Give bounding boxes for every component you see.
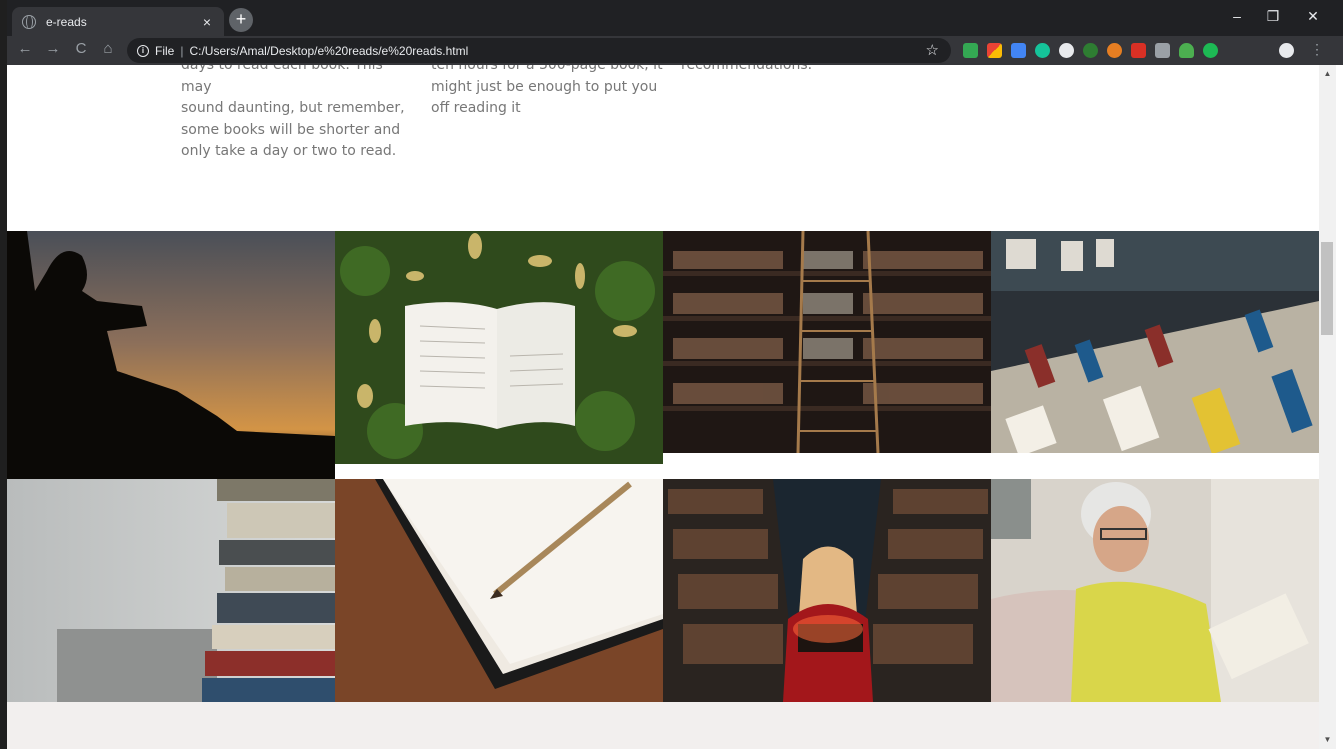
pinterest-icon[interactable] <box>1203 43 1218 58</box>
restore-button[interactable]: ❐ <box>1263 8 1283 25</box>
info-icon[interactable]: i <box>137 44 149 57</box>
bookstore-stacks-photo <box>991 231 1319 453</box>
grammarly-icon[interactable] <box>1035 43 1050 58</box>
girl-reading-library-photo <box>663 479 991 702</box>
address-bar[interactable]: i File | C:/Users/Amal/Desktop/e%20reads… <box>127 38 951 63</box>
window-frame-left <box>0 0 7 749</box>
green-circle-icon[interactable] <box>1083 43 1098 58</box>
address-separator: | <box>180 43 184 58</box>
footer-band <box>7 702 1319 749</box>
red-doc-icon[interactable] <box>1131 43 1146 58</box>
text-column-3: recommendations. <box>681 65 913 77</box>
photos-icon[interactable] <box>987 43 1002 58</box>
screenshot-icon[interactable] <box>1155 43 1170 58</box>
window-frame-right <box>1336 65 1343 749</box>
page-viewport: days to read each book. This may sound d… <box>7 65 1319 749</box>
browser-toolbar: ← → C ⌂ i File | C:/Users/Amal/Desktop/e… <box>0 36 1343 65</box>
forward-button[interactable]: → <box>44 40 62 57</box>
text-line: sound daunting, but remember, <box>181 100 405 116</box>
bookmark-star-icon[interactable]: ☆ <box>926 41 939 59</box>
text-line: recommendations. <box>681 65 813 73</box>
text-line: off reading it <box>431 100 521 116</box>
minimize-button[interactable]: – <box>1227 8 1247 24</box>
globe-icon <box>22 14 36 29</box>
text-line: days to read each book. This may <box>181 65 383 95</box>
scroll-up-icon[interactable]: ▲ <box>1319 69 1336 78</box>
tab-close-button[interactable]: × <box>200 14 214 30</box>
text-line: might just be enough to put you <box>431 78 658 95</box>
back-button[interactable]: ← <box>16 40 34 57</box>
reload-button[interactable]: C <box>72 40 90 57</box>
plant-icon[interactable] <box>1179 43 1194 58</box>
scheme-chip[interactable]: File <box>155 44 174 58</box>
library-ladder-photo <box>663 231 991 453</box>
text-column-1: days to read each book. This may sound d… <box>181 65 413 163</box>
text-line: only take a day or two to read. <box>181 143 397 159</box>
scroll-thumb[interactable] <box>1321 242 1333 335</box>
notebook-pencil-photo <box>335 479 663 702</box>
text-line: some books will be shorter and <box>181 121 401 138</box>
profile-icon[interactable] <box>1279 43 1294 58</box>
vertical-scrollbar[interactable]: ▲ ▼ <box>1319 65 1336 749</box>
new-tab-button[interactable]: + <box>229 8 253 32</box>
browser-menu-icon[interactable]: ⋮ <box>1310 41 1324 58</box>
basketball-icon[interactable] <box>1107 43 1122 58</box>
home-button[interactable]: ⌂ <box>99 40 117 57</box>
book-stack-photo <box>7 479 335 702</box>
text-line: ten hours for a 300-page book, it <box>431 65 663 73</box>
drive-icon[interactable] <box>963 43 978 58</box>
tab-strip: e-reads × + – ❐ ✕ <box>0 0 1343 36</box>
open-book-on-grass-photo <box>335 231 663 464</box>
url-text[interactable]: C:/Users/Amal/Desktop/e%20reads/e%20read… <box>189 44 468 58</box>
translate-icon[interactable] <box>1011 43 1026 58</box>
tab-title: e-reads <box>46 14 87 29</box>
browser-tab[interactable]: e-reads × <box>12 7 224 36</box>
woman-reading-sofa-photo <box>991 479 1319 702</box>
window-close-button[interactable]: ✕ <box>1303 8 1323 25</box>
text-column-2: ten hours for a 300-page book, it might … <box>431 65 663 120</box>
scroll-down-icon[interactable]: ▼ <box>1319 735 1336 744</box>
silhouette-reading-photo <box>7 231 335 479</box>
speed-icon[interactable] <box>1059 43 1074 58</box>
